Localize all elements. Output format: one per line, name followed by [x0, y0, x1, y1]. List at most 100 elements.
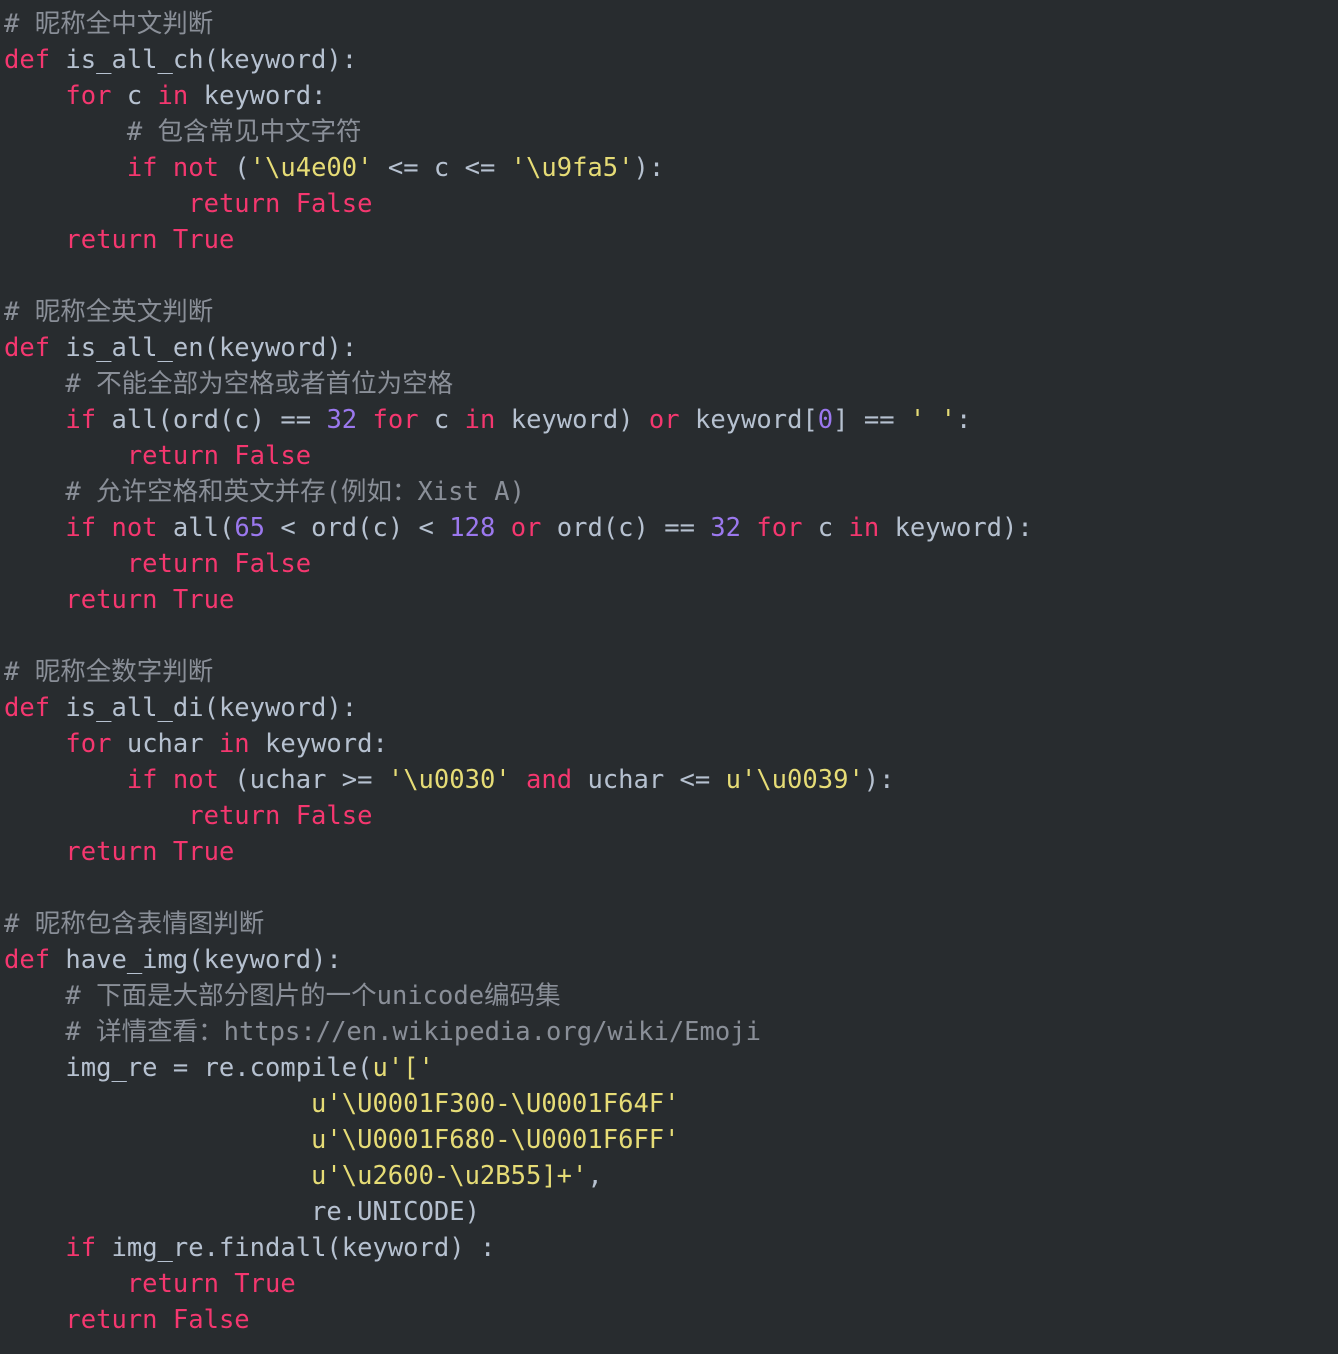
token-id — [741, 513, 756, 543]
code-line-24: return True — [0, 834, 1338, 870]
token-id — [4, 225, 65, 255]
code-line-10: def is_all_en(keyword): — [0, 330, 1338, 366]
token-id: c — [111, 81, 158, 111]
token-id: (uchar >= — [218, 765, 388, 795]
code-line-5: if not ('\u4e00' <= c <= '\u9fa5'): — [0, 150, 1338, 186]
code-line-27: def have_img(keyword): — [0, 942, 1338, 978]
code-line-34: re.UNICODE) — [0, 1194, 1338, 1230]
code-line-32: u'\U0001F680-\U0001F6FF' — [0, 1122, 1338, 1158]
code-line-6: return False — [0, 186, 1338, 222]
token-kw: return True — [65, 585, 235, 615]
code-line-36: return True — [0, 1266, 1338, 1302]
token-str: u'[' — [372, 1053, 434, 1083]
token-kw: def — [4, 45, 51, 75]
token-id — [4, 729, 65, 759]
token-id — [4, 1089, 311, 1119]
token-kw: return False — [65, 1305, 250, 1335]
token-kw: if — [65, 405, 97, 435]
code-line-21: for uchar in keyword: — [0, 726, 1338, 762]
code-line-33: u'\u2600-\u2B55]+', — [0, 1158, 1338, 1194]
token-id: c — [418, 405, 465, 435]
token-id — [4, 405, 65, 435]
token-kw: in — [218, 729, 250, 759]
token-str: '\u0030' — [387, 765, 511, 795]
token-kw: return False — [188, 801, 373, 831]
code-line-9: # 昵称全英文判断 — [0, 294, 1338, 330]
token-id — [4, 81, 65, 111]
code-line-12: if all(ord(c) == 32 for c in keyword) or… — [0, 402, 1338, 438]
token-kw: if not — [126, 765, 219, 795]
python-source-code[interactable]: # 昵称全中文判断 def is_all_ch(keyword): for c i… — [0, 6, 1338, 1338]
code-line-2: def is_all_ch(keyword): — [0, 42, 1338, 78]
token-com: # 不能全部为空格或者首位为空格 — [4, 369, 454, 399]
token-id: keyword[ — [679, 405, 818, 435]
code-line-15: if not all(65 < ord(c) < 128 or ord(c) =… — [0, 510, 1338, 546]
token-com: # 包含常见中文字符 — [4, 117, 362, 147]
token-com: # 昵称全中文判断 — [4, 9, 214, 39]
token-id: is_all_ch(keyword): — [50, 45, 358, 75]
token-kw: return False — [188, 189, 373, 219]
token-id — [495, 513, 510, 543]
token-num: 128 — [449, 513, 496, 543]
token-kw: for — [65, 729, 112, 759]
token-id: ord(c) == — [541, 513, 711, 543]
token-kw: if not — [65, 513, 158, 543]
code-line-4: # 包含常见中文字符 — [0, 114, 1338, 150]
token-id: keyword: — [249, 729, 388, 759]
code-line-16: return False — [0, 546, 1338, 582]
token-kw: return True — [65, 225, 235, 255]
token-id — [4, 801, 188, 831]
token-id: c — [802, 513, 849, 543]
token-id — [4, 585, 65, 615]
token-id — [4, 1161, 311, 1191]
code-line-19: # 昵称全数字判断 — [0, 654, 1338, 690]
token-id: is_all_di(keyword): — [50, 693, 358, 723]
token-id: img_re = re.compile( — [4, 1053, 373, 1083]
token-id: img_re.findall(keyword) : — [96, 1233, 496, 1263]
code-line-17: return True — [0, 582, 1338, 618]
token-id — [4, 513, 65, 543]
token-com: # 下面是大部分图片的一个unicode编码集 — [4, 981, 561, 1011]
token-kw: in — [157, 81, 189, 111]
token-id — [4, 189, 188, 219]
code-line-13: return False — [0, 438, 1338, 474]
code-line-28: # 下面是大部分图片的一个unicode编码集 — [0, 978, 1338, 1014]
token-str: u'\U0001F680-\U0001F6FF' — [311, 1125, 680, 1155]
token-id: ] == — [833, 405, 910, 435]
token-id: all( — [157, 513, 235, 543]
token-id: all(ord(c) == — [96, 405, 327, 435]
token-com: # 昵称包含表情图判断 — [4, 909, 265, 939]
token-id: < ord(c) < — [265, 513, 450, 543]
token-num: 32 — [326, 405, 358, 435]
token-kw: in — [848, 513, 880, 543]
code-line-31: u'\U0001F300-\U0001F64F' — [0, 1086, 1338, 1122]
token-id — [4, 441, 127, 471]
token-kw: return True — [65, 837, 235, 867]
token-kw: or — [510, 513, 542, 543]
code-line-1: # 昵称全中文判断 — [0, 6, 1338, 42]
token-id — [4, 549, 127, 579]
token-id: : — [955, 405, 972, 435]
token-id — [4, 1269, 127, 1299]
token-id: uchar <= — [572, 765, 726, 795]
token-str: '\u9fa5' — [510, 153, 634, 183]
token-id: is_all_en(keyword): — [50, 333, 358, 363]
code-line-22: if not (uchar >= '\u0030' and uchar <= u… — [0, 762, 1338, 798]
token-kw: for — [372, 405, 419, 435]
code-line-26: # 昵称包含表情图判断 — [0, 906, 1338, 942]
token-id — [4, 765, 127, 795]
token-id — [511, 765, 526, 795]
token-num: 65 — [234, 513, 266, 543]
code-line-23: return False — [0, 798, 1338, 834]
token-str: u'\u2600-\u2B55]+' — [311, 1161, 588, 1191]
token-str: '\u4e00' — [249, 153, 373, 183]
token-id: ): — [633, 153, 665, 183]
code-editor-surface: # 昵称全中文判断 def is_all_ch(keyword): for c i… — [0, 0, 1338, 1354]
token-kw: return True — [126, 1269, 296, 1299]
token-com: # 昵称全数字判断 — [4, 657, 214, 687]
token-id: have_img(keyword): — [50, 945, 342, 975]
code-line-3: for c in keyword: — [0, 78, 1338, 114]
token-kw: def — [4, 333, 51, 363]
